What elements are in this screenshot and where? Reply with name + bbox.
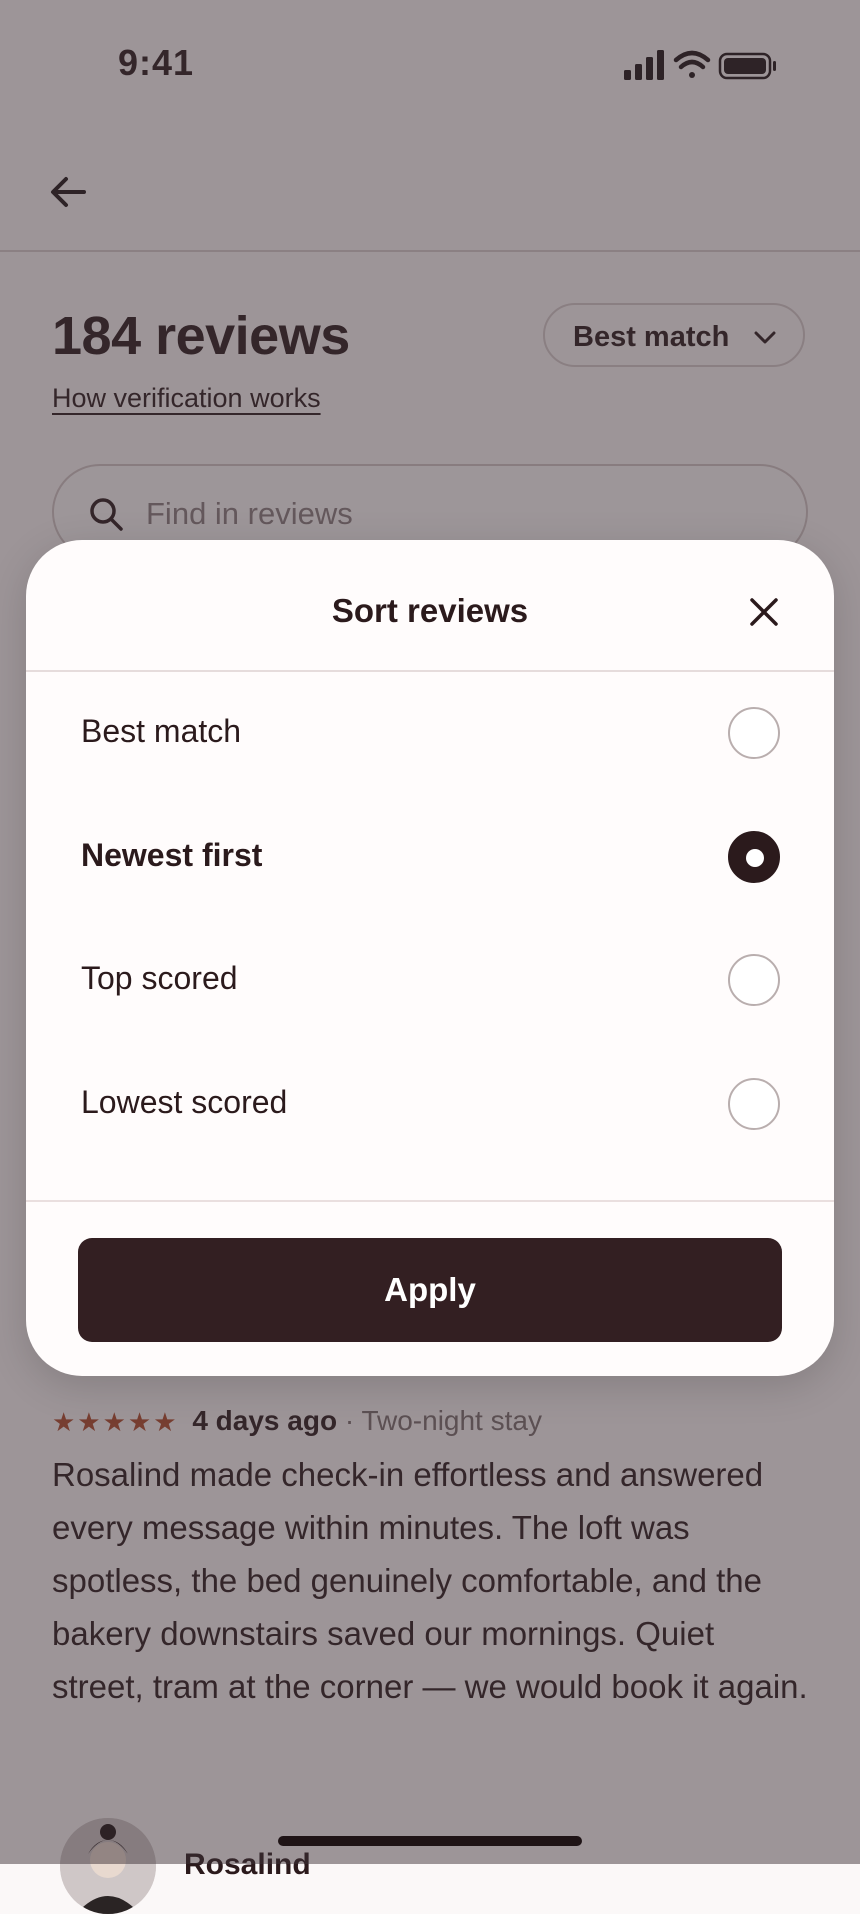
sort-reviews-sheet: Sort reviews Best match Newest first Top… bbox=[26, 540, 834, 1376]
sort-option-label: Best match bbox=[81, 713, 242, 749]
home-indicator bbox=[278, 1836, 582, 1846]
footer-divider bbox=[26, 1200, 834, 1202]
sort-option-newest-first[interactable]: Newest first bbox=[26, 807, 834, 907]
close-icon[interactable] bbox=[748, 596, 780, 628]
apply-button[interactable]: Apply bbox=[78, 1238, 782, 1342]
sheet-title: Sort reviews bbox=[331, 592, 529, 629]
sort-option-label: Newest first bbox=[81, 837, 263, 873]
sort-option-label: Top scored bbox=[81, 960, 238, 996]
radio-button[interactable] bbox=[728, 1078, 780, 1130]
sort-option-label: Lowest scored bbox=[81, 1084, 288, 1120]
sort-option-top-scored[interactable]: Top scored bbox=[26, 930, 834, 1030]
sheet-header: Sort reviews bbox=[26, 540, 834, 672]
radio-button-selected[interactable] bbox=[728, 831, 780, 883]
sort-option-lowest-scored[interactable]: Lowest scored bbox=[26, 1054, 834, 1154]
radio-button[interactable] bbox=[728, 707, 780, 759]
sort-option-best-match[interactable]: Best match bbox=[26, 683, 834, 783]
radio-button[interactable] bbox=[728, 954, 780, 1006]
